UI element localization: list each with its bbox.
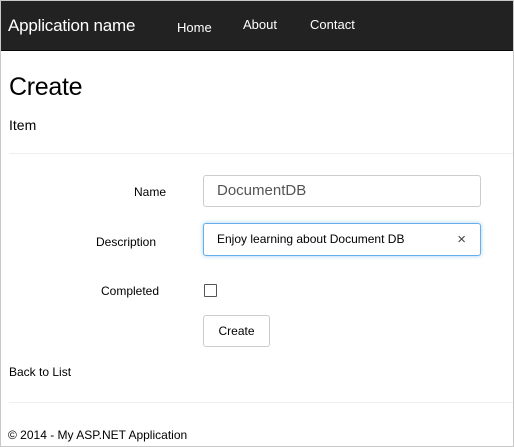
page-title: Create xyxy=(9,73,83,101)
completed-label: Completed xyxy=(101,284,160,298)
description-input-value: Enjoy learning about Document DB xyxy=(217,232,405,246)
create-button[interactable]: Create xyxy=(203,315,270,347)
navbar: Application name Home About Contact xyxy=(1,1,513,51)
browser-viewport: Application name Home About Contact Crea… xyxy=(0,0,514,447)
nav-link-home[interactable]: Home xyxy=(177,20,212,35)
back-to-list-link[interactable]: Back to List xyxy=(9,365,71,379)
clear-icon[interactable]: × xyxy=(457,224,466,255)
nav-link-contact[interactable]: Contact xyxy=(310,17,355,32)
footer-text: © 2014 - My ASP.NET Application xyxy=(8,428,188,442)
description-label: Description xyxy=(96,235,157,249)
footer-divider xyxy=(9,402,513,403)
page-subtitle: Item xyxy=(9,117,37,133)
completed-checkbox[interactable] xyxy=(204,284,217,297)
name-label: Name xyxy=(134,185,167,199)
name-input[interactable]: DocumentDB xyxy=(203,175,481,207)
brand-link[interactable]: Application name xyxy=(8,16,135,36)
nav-link-about[interactable]: About xyxy=(243,17,277,32)
divider xyxy=(9,153,513,154)
description-input[interactable]: Enjoy learning about Document DB × xyxy=(203,223,481,256)
